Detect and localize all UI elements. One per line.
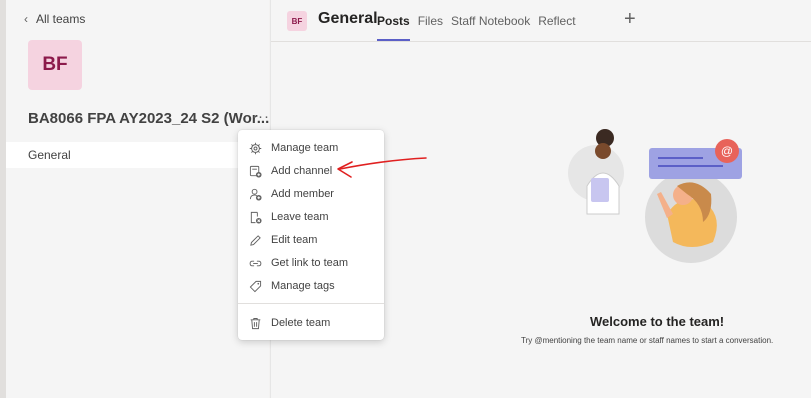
svg-text:@: @ xyxy=(721,144,733,158)
tab-reflect[interactable]: Reflect xyxy=(538,14,575,28)
add-tab-button[interactable]: + xyxy=(624,8,636,31)
menu-item-label: Get link to team xyxy=(271,257,349,269)
menu-item-label: Manage team xyxy=(271,142,339,154)
menu-item-add-member[interactable]: Add member xyxy=(238,183,384,205)
all-teams-back-link[interactable]: ‹ All teams xyxy=(24,12,85,26)
team-name: BA8066 FPA AY2023_24 S2 (Wor... xyxy=(28,110,270,127)
channel-title: General xyxy=(318,10,378,27)
menu-item-delete-team[interactable]: Delete team xyxy=(238,312,384,334)
menu-item-label: Edit team xyxy=(271,234,318,246)
more-options-button[interactable]: ··· xyxy=(252,108,270,125)
teams-window: ‹ All teams BF BA8066 FPA AY2023_24 S2 (… xyxy=(0,0,811,398)
menu-item-leave-team[interactable]: Leave team xyxy=(238,206,384,228)
chevron-left-icon: ‹ xyxy=(24,12,28,26)
team-avatar: BF xyxy=(28,40,82,90)
channel-header: BF General Posts Files Staff Notebook Re… xyxy=(271,0,811,42)
menu-item-label: Leave team xyxy=(271,211,329,223)
tab-posts[interactable]: Posts xyxy=(377,14,410,41)
channel-tabs: Posts Files Staff Notebook Reflect xyxy=(377,14,576,41)
menu-item-label: Add channel xyxy=(271,165,333,177)
teams-sidebar: ‹ All teams BF BA8066 FPA AY2023_24 S2 (… xyxy=(6,0,269,398)
channel-item-general[interactable]: General xyxy=(6,142,270,168)
welcome-illustration: @ xyxy=(568,129,742,263)
leave-team-icon xyxy=(248,210,262,224)
add-channel-icon xyxy=(248,164,262,178)
channel-avatar: BF xyxy=(287,11,307,31)
welcome-title: Welcome to the team! xyxy=(590,314,725,329)
menu-item-get-link[interactable]: Get link to team xyxy=(238,252,384,274)
tab-files[interactable]: Files xyxy=(418,14,443,28)
add-member-icon xyxy=(248,187,262,201)
trash-icon xyxy=(248,316,262,330)
pencil-icon xyxy=(248,233,262,247)
tag-icon xyxy=(248,279,262,293)
welcome-subtitle: Try @mentioning the team name or staff n… xyxy=(521,336,774,345)
tab-staff-notebook[interactable]: Staff Notebook xyxy=(451,14,530,28)
menu-divider xyxy=(238,303,384,304)
menu-item-label: Delete team xyxy=(271,317,331,329)
annotation-arrow xyxy=(337,157,427,178)
menu-item-label: Manage tags xyxy=(271,280,335,292)
menu-item-manage-tags[interactable]: Manage tags xyxy=(238,275,384,297)
all-teams-label: All teams xyxy=(36,12,86,26)
menu-item-label: Add member xyxy=(271,188,334,200)
link-icon xyxy=(248,256,262,270)
menu-item-edit-team[interactable]: Edit team xyxy=(238,229,384,251)
gear-icon xyxy=(248,141,262,155)
